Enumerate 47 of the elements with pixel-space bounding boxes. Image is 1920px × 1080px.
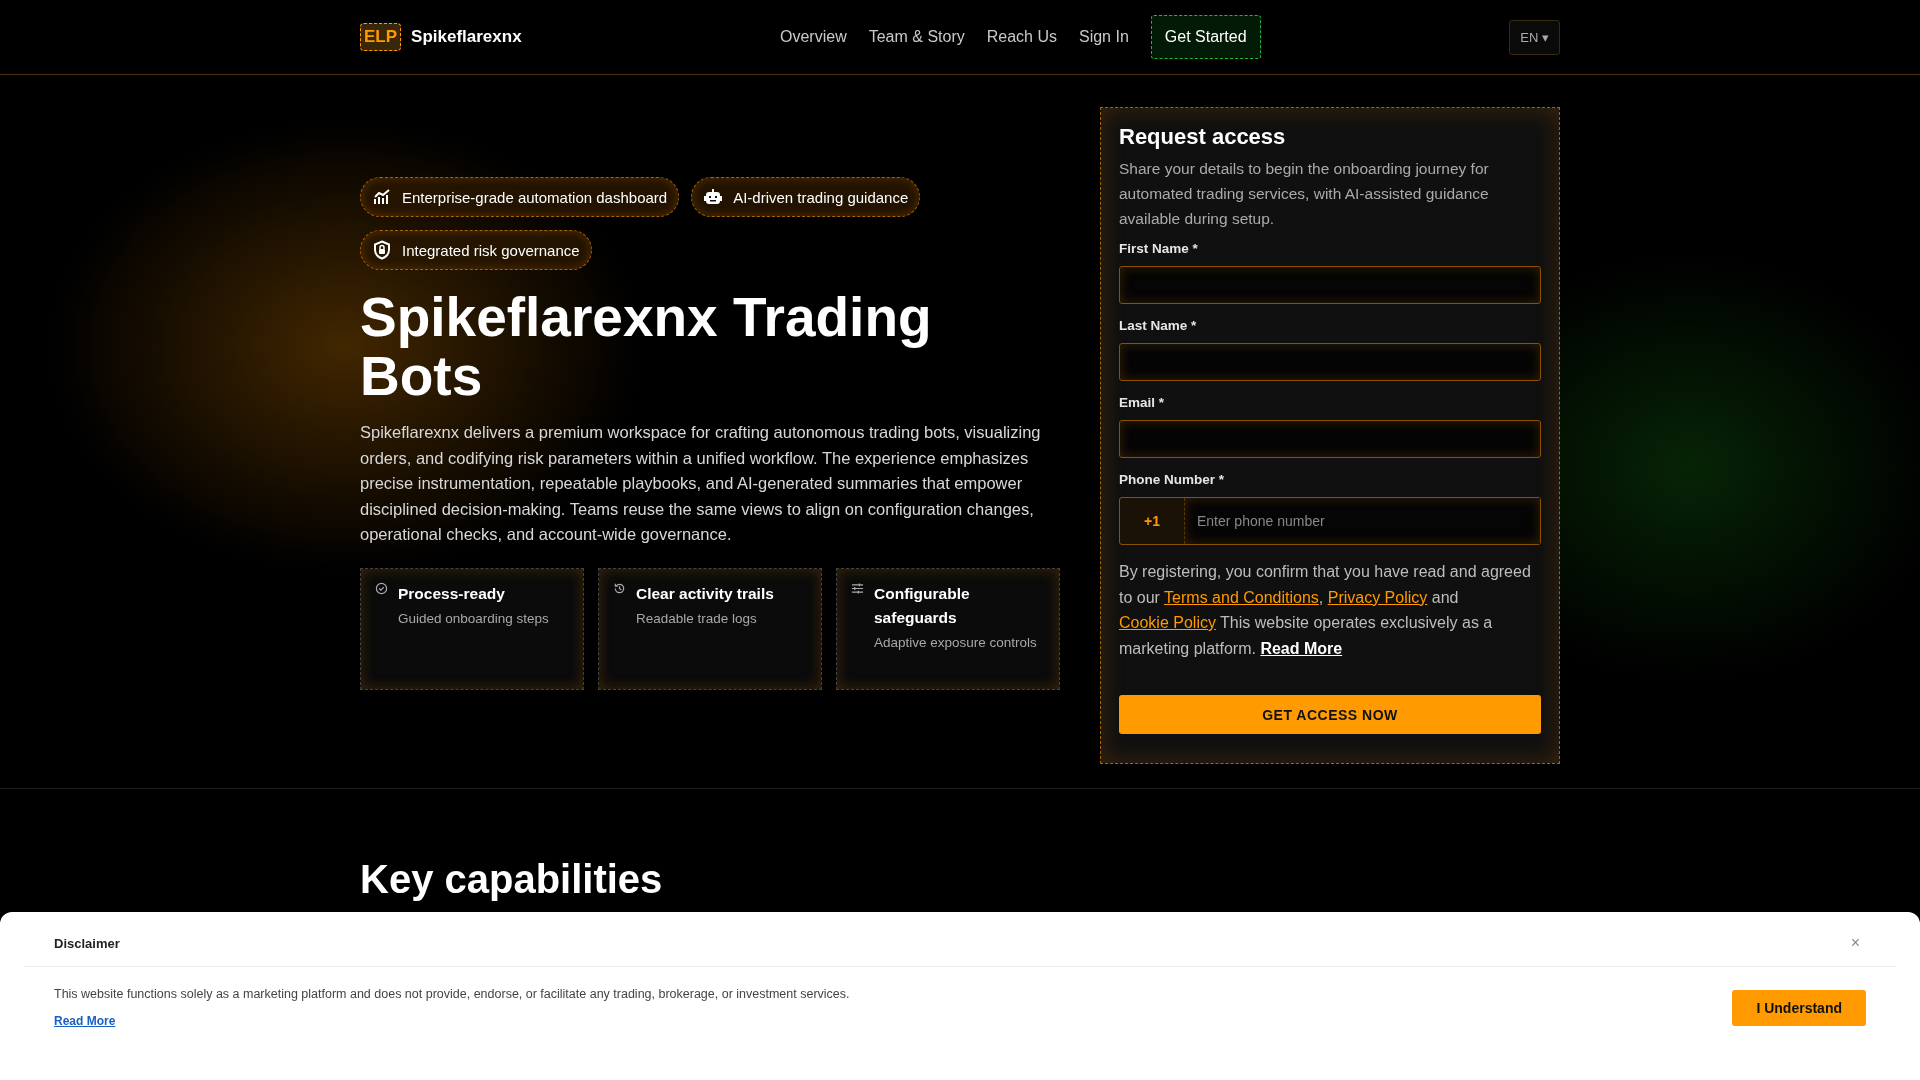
field-label: Email * — [1119, 395, 1166, 410]
bar-chart-icon — [372, 187, 392, 207]
get-access-button[interactable]: GET ACCESS NOW — [1119, 695, 1541, 734]
disclaimer-text: This website functions solely as a marketing platform and does not provide, endorse, or facilitate any trading, brokerage, or investment services. — [54, 987, 850, 1001]
disclaimer-title: Disclaimer — [54, 935, 120, 951]
feature-title: Process-ready — [398, 583, 506, 604]
form-title: Request access — [1119, 124, 1287, 150]
nav-link[interactable]: Overview — [780, 28, 847, 46]
policy-link[interactable]: Terms and Conditions — [1164, 588, 1319, 606]
form-intro: Share your details to begin the onboarding journey for automated trading services, with AI-assisted guidance available during setup. — [1119, 159, 1490, 229]
brand-name[interactable]: Spikeflarexnx — [411, 27, 522, 47]
policy-link[interactable]: Privacy Policy — [1327, 588, 1428, 606]
read-more-link[interactable]: Read More — [1260, 639, 1343, 657]
hero-title: Spikeflarexnx Trading Bots — [360, 288, 933, 406]
feature-badge: Integrated risk governance — [360, 230, 592, 270]
nav-link[interactable]: Sign In — [1078, 28, 1129, 46]
sliders-icon — [851, 581, 864, 595]
feature-subtitle: Guided onboarding steps — [398, 609, 549, 628]
field-label: First Name * — [1119, 241, 1199, 256]
history-icon — [613, 581, 626, 595]
check-badge-icon — [375, 581, 388, 595]
feature-title: Clear activity trails — [636, 583, 774, 604]
feature-badge: AI-driven trading guidance — [691, 177, 921, 217]
input-field[interactable] — [1119, 266, 1541, 304]
input-field[interactable] — [1119, 343, 1541, 381]
read-more-link[interactable]: Read More — [54, 1014, 116, 1028]
shield-lock-icon — [372, 240, 392, 260]
feature-subtitle: Readable trade logs — [636, 609, 758, 628]
phone-field[interactable]: +1 Enter phone number — [1119, 497, 1541, 545]
get-started-button[interactable]: Get Started — [1150, 15, 1261, 59]
hero-description: Spikeflarexnx delivers a premium workspace for crafting autonomous trading bots, visualizing orders, and codifying risk parameters within a unified workflow. The experience emphasizes precise instrumentation, repeatable playbooks, and AI-generated summaries that empower disciplined decision-making. Teams reuse the same views to align on configuration changes, operational checks, and account-wide governance. — [360, 422, 1042, 546]
feature-title: Configurable safeguards — [874, 583, 971, 628]
field-label: Phone Number * — [1119, 472, 1225, 487]
close-button[interactable]: × — [1844, 934, 1866, 952]
understand-button[interactable]: I Understand — [1732, 989, 1866, 1026]
field-label: Last Name * — [1119, 318, 1198, 333]
policy-link[interactable]: Cookie Policy — [1119, 614, 1216, 631]
nav-link[interactable]: Team & Story — [868, 28, 965, 46]
logo-badge[interactable]: ELP — [360, 23, 402, 51]
language-selector[interactable]: EN ▾ — [1509, 19, 1560, 55]
robot-icon — [703, 187, 724, 207]
feature-badge: Enterprise-grade automation dashboard — [360, 177, 680, 217]
input-field[interactable] — [1119, 420, 1541, 458]
nav-link[interactable]: Reach Us — [986, 28, 1057, 46]
section-heading: Key capabilities — [360, 857, 664, 902]
consent-text: By registering, you confirm that you have read and agreed to our Terms and Conditions, Privacy Policy and Cookie Policy This website operates exclusively as a marketing platform. Read More — [1119, 562, 1532, 659]
feature-subtitle: Adaptive exposure controls — [874, 633, 1038, 652]
